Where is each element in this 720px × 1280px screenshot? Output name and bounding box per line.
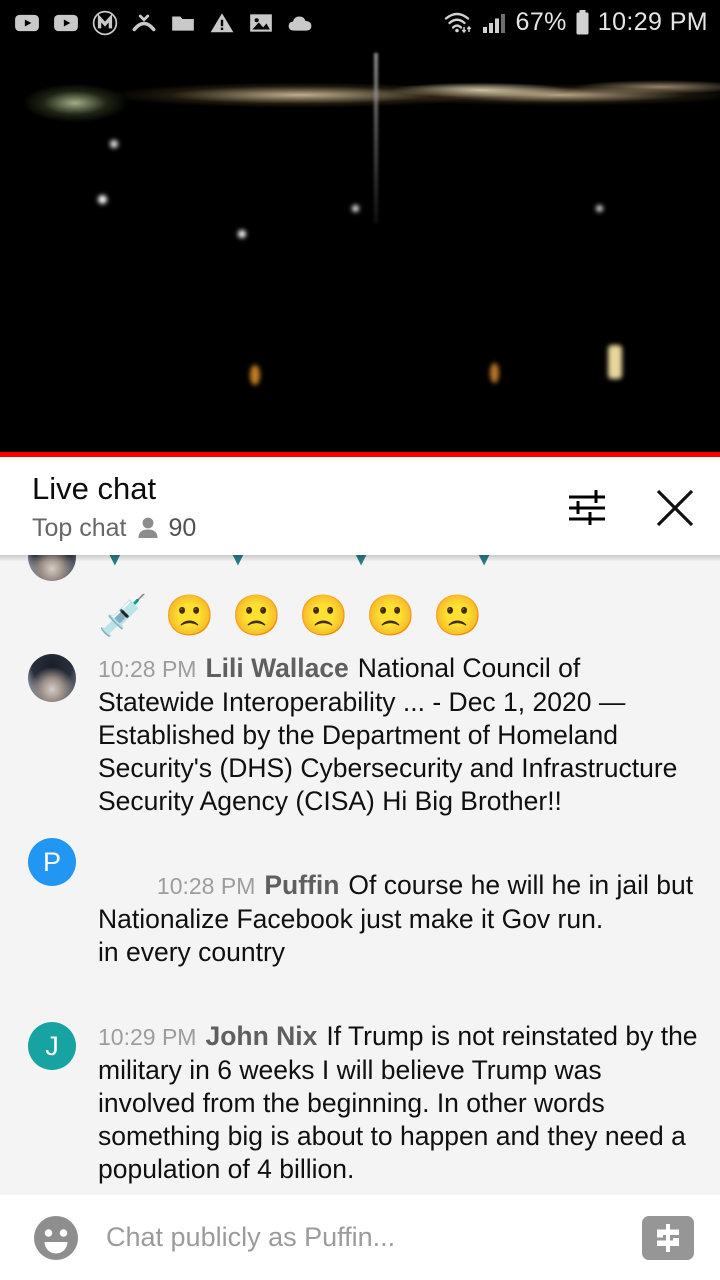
close-chat-button[interactable] (652, 485, 698, 531)
image-icon (250, 13, 272, 32)
dollar-sign-icon (657, 1223, 679, 1252)
avatar[interactable] (28, 654, 76, 702)
chat-mode-row[interactable]: Top chat 90 (32, 514, 196, 543)
viewer-count: 90 (168, 513, 197, 542)
page-title: Live chat (32, 471, 157, 506)
wifi-icon (444, 12, 471, 33)
video-frame-night-cityscape (0, 45, 720, 457)
video-pole-detail (374, 53, 378, 223)
avatar[interactable]: P (28, 838, 76, 886)
message-timestamp: 10:28 PM (156, 873, 256, 899)
list-item[interactable]: J 10:29 PM John Nix If Trump is not reinst… (0, 1011, 720, 1195)
video-light-dot (110, 140, 118, 148)
signal-bars-icon (482, 13, 505, 33)
person-icon (138, 517, 158, 539)
android-status-bar: 67% 10:29 PM (0, 0, 720, 45)
list-item[interactable]: P 10:28 PM Puffin Of course he will he in … (0, 827, 720, 1011)
video-player[interactable] (0, 45, 720, 457)
message-body: 10:29 PM John Nix If Trump is not reinstat… (98, 1020, 698, 1186)
folder-icon (172, 16, 194, 31)
avatar[interactable]: J (28, 1022, 76, 1070)
super-chat-button[interactable] (642, 1215, 694, 1260)
header-actions (564, 485, 698, 531)
youtube-live-chat-screen: 67% 10:29 PM Live chat Top chat 90 💉 🙁 🙁… (0, 0, 720, 1280)
sad-face-icon (132, 14, 156, 31)
video-light-dot (596, 205, 603, 212)
avatar-letter: P (42, 846, 61, 877)
video-light-dot (352, 205, 359, 212)
gmail-m-icon (92, 10, 118, 35)
status-clock: 10:29 PM (597, 8, 708, 36)
live-chat-header: Live chat Top chat 90 (0, 457, 720, 555)
chat-mode-label: Top chat (32, 513, 127, 542)
warning-triangle-icon (210, 12, 234, 32)
message-body: 10:28 PM Lili Wallace National Council of … (98, 652, 698, 818)
video-light-dot (608, 345, 622, 379)
message-author[interactable]: Lili Wallace (205, 653, 348, 683)
message-timestamp: 10:28 PM (98, 656, 197, 682)
message-body: 10:28 PM Puffin Of course he will he in ja… (98, 836, 698, 1002)
tune-sliders-icon (569, 490, 605, 525)
message-author[interactable]: Puffin (264, 870, 339, 900)
video-light-dot (98, 195, 107, 204)
battery-icon (576, 9, 589, 34)
list-item[interactable]: 💉 🙁 🙁 🙁 🙁 🙁 (0, 581, 720, 643)
avatar (28, 555, 76, 581)
video-light-dot (490, 363, 499, 383)
status-system-icons: 67% 10:29 PM (444, 0, 708, 45)
list-item[interactable]: ▼ ▼ ▼ ▼ (0, 555, 720, 581)
cloud-icon (288, 16, 312, 31)
clipped-message-emoji: ▼ ▼ ▼ ▼ (98, 555, 541, 571)
youtube-play-icon (54, 14, 78, 31)
chat-input-bar: Chat publicly as Puffin... (0, 1195, 720, 1280)
video-light-dot (238, 230, 246, 238)
live-chat-title-block: Live chat Top chat 90 (32, 471, 196, 543)
emoji-message-text: 💉 🙁 🙁 🙁 🙁 🙁 (98, 594, 486, 638)
chat-message-list[interactable]: ▼ ▼ ▼ ▼ 💉 🙁 🙁 🙁 🙁 🙁 10:28 PM Lili Wallace… (0, 555, 720, 1195)
message-author[interactable]: John Nix (205, 1021, 317, 1051)
video-light-dot (250, 365, 260, 385)
chat-input[interactable]: Chat publicly as Puffin... (106, 1222, 618, 1253)
avatar-letter: J (45, 1030, 59, 1061)
battery-percent-label: 67% (515, 8, 567, 36)
smiley-face-icon[interactable] (30, 1212, 82, 1264)
list-item[interactable]: 10:28 PM Lili Wallace National Council of … (0, 643, 720, 827)
status-notification-icons (14, 10, 313, 36)
youtube-play-icon (15, 14, 39, 31)
chat-settings-button[interactable] (564, 485, 610, 531)
close-x-icon (656, 489, 694, 527)
message-timestamp: 10:29 PM (98, 1024, 197, 1050)
